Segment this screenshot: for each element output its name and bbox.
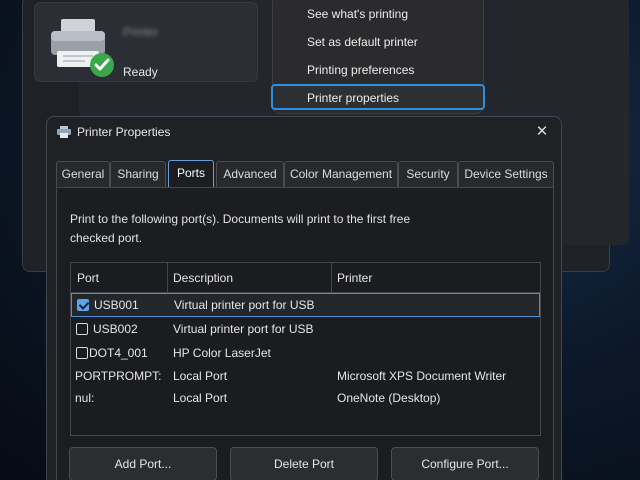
port-name: USB002 (93, 322, 138, 336)
port-name: nul: (75, 391, 95, 405)
printer-context-menu: See what's printing Set as default print… (271, 0, 485, 114)
port-name: DOT4_001 (89, 346, 148, 360)
port-checkbox[interactable] (76, 323, 88, 335)
column-header-description[interactable]: Description (169, 263, 329, 293)
tab-ports[interactable]: Ports (168, 160, 214, 188)
column-header-port[interactable]: Port (73, 263, 165, 293)
dialog-titlebar[interactable]: Printer Properties ✕ (47, 117, 561, 147)
table-row[interactable]: DOT4_001 HP Color LaserJet (71, 342, 540, 366)
configure-port-button[interactable]: Configure Port... (391, 447, 539, 480)
tab-advanced[interactable]: Advanced (216, 161, 284, 187)
port-printer: OneNote (Desktop) (337, 391, 441, 405)
printer-icon (51, 19, 114, 77)
ports-tab-panel: Print to the following port(s). Document… (56, 187, 554, 480)
tab-security[interactable]: Security (398, 161, 458, 187)
tab-bar: General Sharing Ports Advanced Color Man… (56, 160, 556, 188)
table-row[interactable]: USB001 Virtual printer port for USB (71, 293, 540, 317)
port-checkbox-checked[interactable] (77, 299, 89, 311)
table-row[interactable]: nul: Local Port OneNote (Desktop) (71, 387, 540, 411)
add-port-button[interactable]: Add Port... (69, 447, 217, 480)
close-button[interactable]: ✕ (531, 121, 553, 143)
port-checkbox[interactable] (76, 347, 88, 359)
port-name: USB001 (94, 298, 139, 312)
column-header-printer[interactable]: Printer (333, 263, 533, 293)
tab-general[interactable]: General (56, 161, 110, 187)
table-row[interactable]: PORTPROMPT: Local Port Microsoft XPS Doc… (71, 365, 540, 389)
port-description: Virtual printer port for USB (174, 298, 315, 312)
menu-item-printing-preferences[interactable]: Printing preferences (273, 57, 485, 83)
printer-small-icon (57, 126, 71, 138)
close-icon: ✕ (535, 123, 549, 140)
port-printer: Microsoft XPS Document Writer (337, 369, 507, 383)
ports-table: Port Description Printer USB001 Virtual … (70, 262, 541, 436)
port-description: Virtual printer port for USB (173, 322, 314, 336)
tab-sharing[interactable]: Sharing (110, 161, 166, 187)
column-divider[interactable] (167, 263, 168, 293)
tab-device-settings[interactable]: Device Settings (458, 161, 554, 187)
column-divider[interactable] (331, 263, 332, 293)
printer-properties-dialog: Printer Properties ✕ General Sharing Por… (46, 116, 562, 480)
delete-port-button[interactable]: Delete Port (230, 447, 378, 480)
port-name: PORTPROMPT: (75, 369, 162, 383)
table-header: Port Description Printer (71, 263, 540, 293)
port-description: Local Port (173, 369, 228, 383)
menu-item-see-whats-printing[interactable]: See what's printing (273, 1, 485, 27)
printer-card[interactable]: Printer Ready (34, 2, 258, 82)
printer-status: Ready (123, 65, 158, 79)
printer-name: Printer (123, 25, 159, 39)
ports-instructions: Print to the following port(s). Document… (70, 212, 411, 245)
port-description: HP Color LaserJet (173, 346, 271, 360)
menu-item-set-default-printer[interactable]: Set as default printer (273, 29, 485, 55)
table-row[interactable]: USB002 Virtual printer port for USB (71, 318, 540, 342)
dialog-title: Printer Properties (77, 125, 171, 139)
menu-item-printer-properties[interactable]: Printer properties (271, 84, 485, 110)
tab-color-management[interactable]: Color Management (284, 161, 398, 187)
port-description: Local Port (173, 391, 228, 405)
